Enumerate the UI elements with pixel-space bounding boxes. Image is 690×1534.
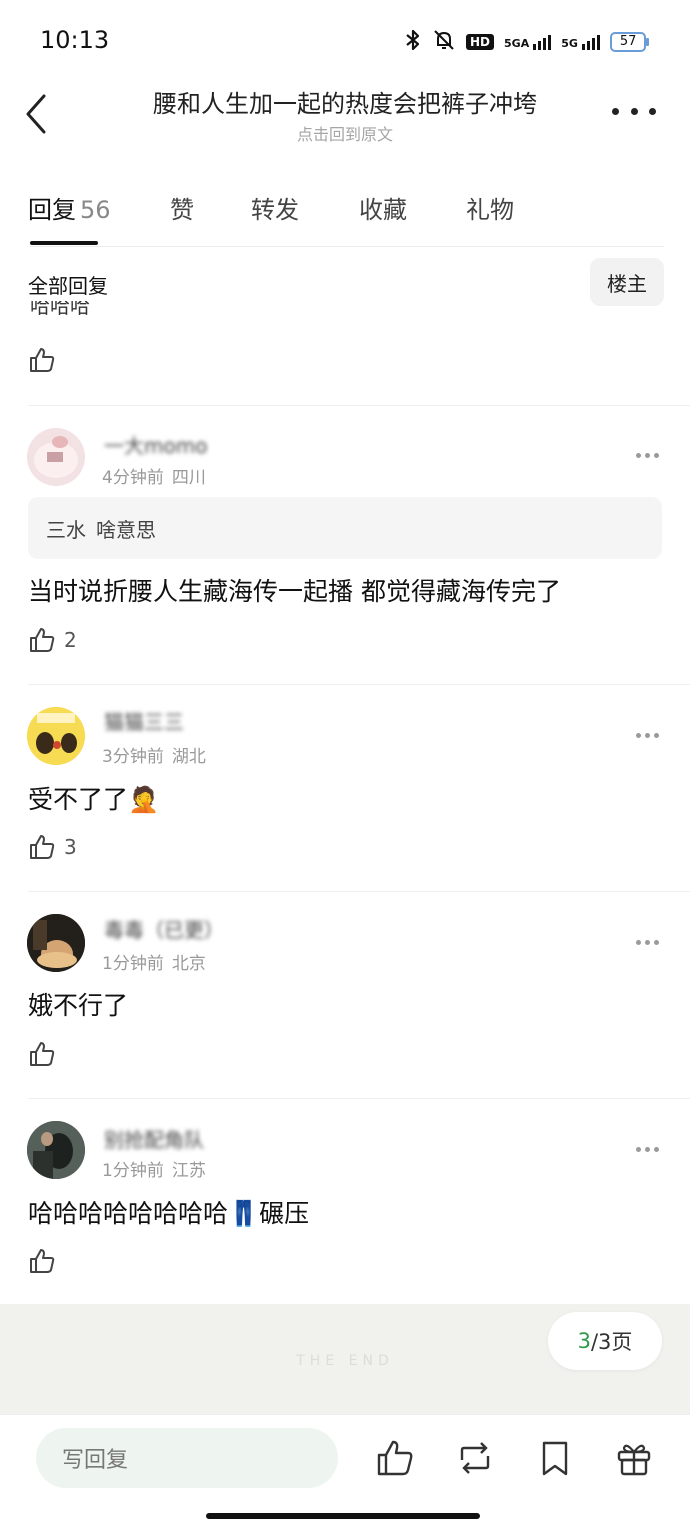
quoted-reply[interactable]: 三水 啥意思 bbox=[28, 497, 662, 559]
partial-comment-text: 哈哈哈 bbox=[30, 301, 90, 318]
comment-more-button[interactable] bbox=[636, 453, 659, 458]
repost-icon[interactable] bbox=[455, 1438, 495, 1478]
signal-icon: 5G bbox=[561, 34, 600, 50]
tab-divider bbox=[30, 246, 664, 247]
tab-replies[interactable]: 回复 56 bbox=[28, 190, 111, 225]
hd-icon: HD bbox=[466, 34, 495, 50]
like-button[interactable] bbox=[28, 1247, 64, 1275]
bluetooth-icon bbox=[404, 29, 422, 55]
tab-replies-label: 回复 bbox=[28, 196, 76, 224]
comment-text: 娥不行了 bbox=[28, 991, 129, 1020]
thumbs-up-icon bbox=[30, 1042, 55, 1066]
like-button[interactable]: 2 bbox=[28, 626, 77, 654]
active-tab-indicator bbox=[30, 241, 98, 245]
comment-text: 哈哈哈哈哈哈哈哈👖碾压 bbox=[28, 1199, 310, 1228]
status-icons: HD 5GA 5G 57 bbox=[404, 28, 649, 56]
more-options-button[interactable] bbox=[612, 96, 656, 126]
avatar[interactable] bbox=[27, 914, 85, 972]
comment-more-button[interactable] bbox=[636, 940, 659, 945]
like-icon[interactable] bbox=[375, 1438, 415, 1478]
tab-reposts[interactable]: 转发 bbox=[251, 190, 299, 225]
tab-likes[interactable]: 赞 bbox=[170, 190, 194, 225]
current-page: 3 bbox=[577, 1329, 591, 1353]
back-to-original-link[interactable]: 点击回到原文 bbox=[0, 121, 690, 145]
avatar[interactable] bbox=[27, 707, 85, 765]
like-button[interactable] bbox=[28, 1040, 64, 1068]
comment-more-button[interactable] bbox=[636, 1147, 659, 1152]
username[interactable]: 猫猫三三 bbox=[104, 706, 184, 735]
status-time: 10:13 bbox=[40, 26, 110, 54]
reply-input[interactable]: 写回复 bbox=[36, 1428, 338, 1488]
quoted-username: 三水 bbox=[46, 517, 86, 542]
avatar[interactable] bbox=[27, 1121, 85, 1179]
gift-icon[interactable] bbox=[614, 1438, 654, 1478]
signal-icon: 5GA bbox=[504, 34, 552, 50]
thumbs-up-icon bbox=[30, 1249, 55, 1273]
thumbs-up-icon bbox=[30, 348, 55, 372]
all-replies-label: 全部回复 bbox=[28, 274, 108, 298]
tab-replies-count: 56 bbox=[80, 196, 111, 224]
avatar[interactable] bbox=[27, 428, 85, 486]
comment-meta: 1分钟前 北京 bbox=[102, 954, 206, 974]
comment-text: 受不了了🤦 bbox=[28, 785, 160, 814]
divider bbox=[28, 891, 690, 892]
like-count: 3 bbox=[64, 835, 77, 859]
thumbs-up-icon bbox=[30, 835, 55, 859]
page-indicator[interactable]: 3/3页 bbox=[548, 1312, 662, 1370]
like-count: 2 bbox=[64, 628, 77, 652]
divider bbox=[28, 405, 690, 406]
like-button[interactable]: 3 bbox=[28, 833, 77, 861]
tab-gifts[interactable]: 礼物 bbox=[466, 190, 514, 225]
divider bbox=[28, 1098, 690, 1099]
comment-meta: 1分钟前 江苏 bbox=[102, 1161, 206, 1181]
quoted-text: 啥意思 bbox=[96, 517, 156, 542]
comment-text: 当时说折腰人生藏海传一起播 都觉得藏海传完了 bbox=[28, 577, 561, 606]
page-title[interactable]: 腰和人生加一起的热度会把裤子冲垮 bbox=[0, 84, 690, 119]
comment-meta: 4分钟前 四川 bbox=[102, 468, 206, 488]
thumbs-up-icon bbox=[30, 628, 55, 652]
op-only-button[interactable]: 楼主 bbox=[590, 258, 664, 306]
tab-favorites[interactable]: 收藏 bbox=[359, 190, 407, 225]
total-pages: /3页 bbox=[590, 1330, 633, 1354]
battery-icon: 57 bbox=[609, 32, 649, 52]
username[interactable]: 一大momo bbox=[104, 430, 207, 459]
username[interactable]: 毒毒（已更） bbox=[104, 914, 224, 943]
like-button[interactable] bbox=[28, 346, 56, 374]
mute-bell-icon bbox=[432, 28, 456, 56]
home-indicator[interactable] bbox=[206, 1513, 480, 1519]
comment-meta: 3分钟前 湖北 bbox=[102, 747, 206, 767]
comment-more-button[interactable] bbox=[636, 733, 659, 738]
bookmark-icon[interactable] bbox=[535, 1438, 575, 1478]
more-icon bbox=[612, 107, 619, 115]
divider bbox=[28, 684, 690, 685]
username[interactable]: 别抢配角队 bbox=[104, 1124, 204, 1153]
